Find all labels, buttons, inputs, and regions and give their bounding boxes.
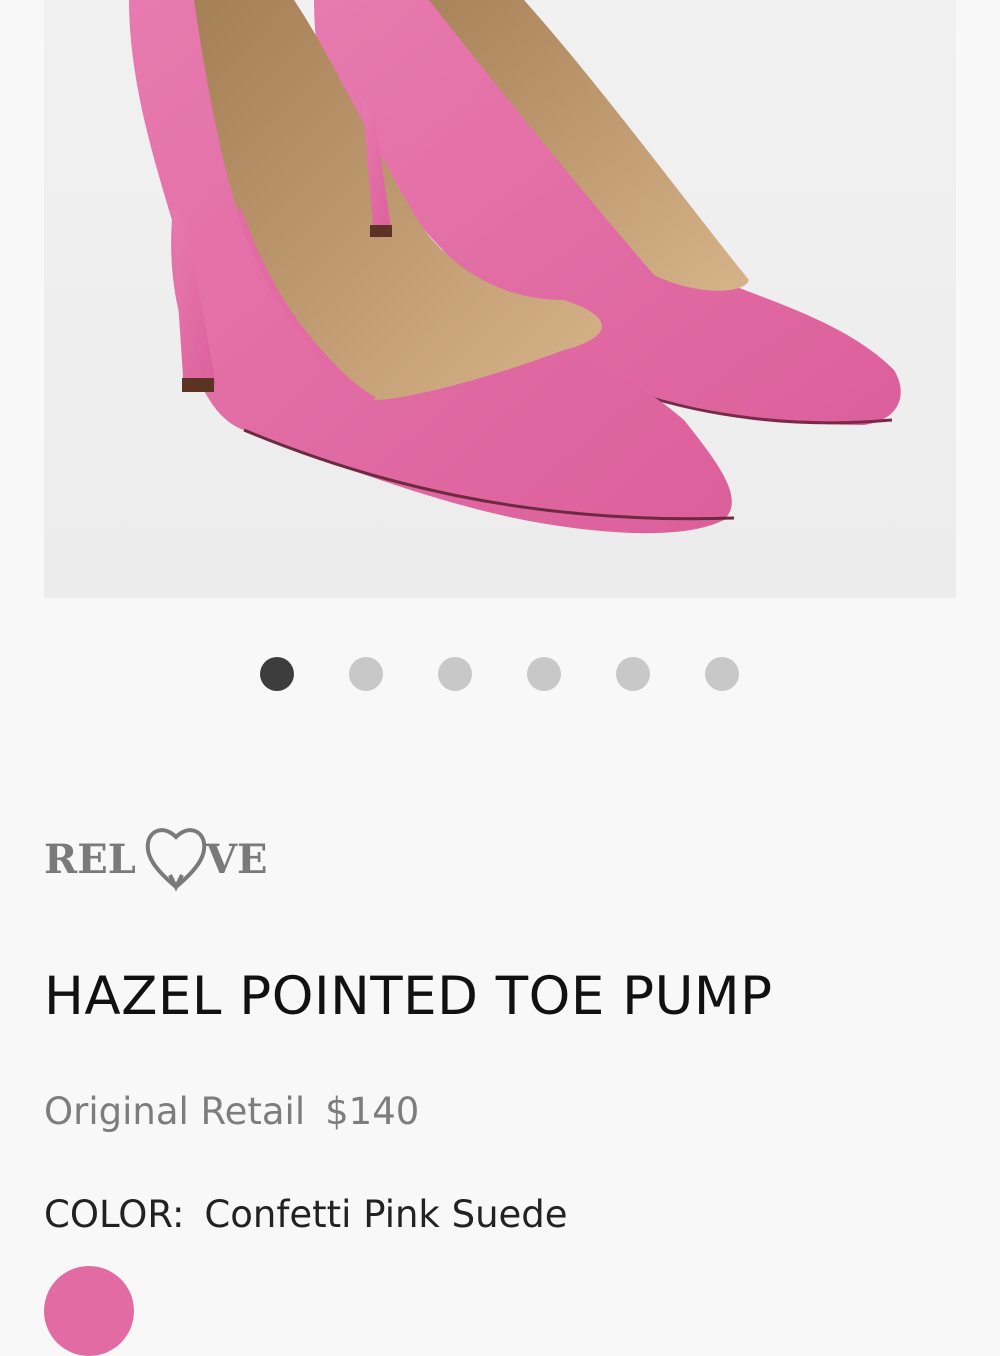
carousel-dot-4[interactable] xyxy=(527,657,561,691)
carousel-indicators xyxy=(260,657,739,691)
retail-label: Original Retail xyxy=(44,1090,306,1133)
product-image[interactable] xyxy=(44,0,956,598)
color-swatch-confetti-pink[interactable] xyxy=(44,1266,134,1356)
color-selection: COLOR: Confetti Pink Suede xyxy=(44,1193,568,1236)
svg-text:REL: REL xyxy=(44,836,136,883)
carousel-dot-6[interactable] xyxy=(705,657,739,691)
pink-pumps-illustration xyxy=(129,0,901,534)
color-label: COLOR: xyxy=(44,1193,185,1236)
carousel-dot-1[interactable] xyxy=(260,657,294,691)
relove-logo: REL VE xyxy=(44,815,294,895)
svg-text:VE: VE xyxy=(205,836,268,883)
product-title: HAZEL POINTED TOE PUMP xyxy=(44,966,773,1027)
carousel-dot-2[interactable] xyxy=(349,657,383,691)
carousel-dot-3[interactable] xyxy=(438,657,472,691)
retail-price: $140 xyxy=(325,1090,420,1133)
relove-logo-mark: REL VE xyxy=(44,828,268,892)
color-value: Confetti Pink Suede xyxy=(204,1193,568,1236)
original-retail: Original Retail $140 xyxy=(44,1090,419,1133)
carousel-dot-5[interactable] xyxy=(616,657,650,691)
